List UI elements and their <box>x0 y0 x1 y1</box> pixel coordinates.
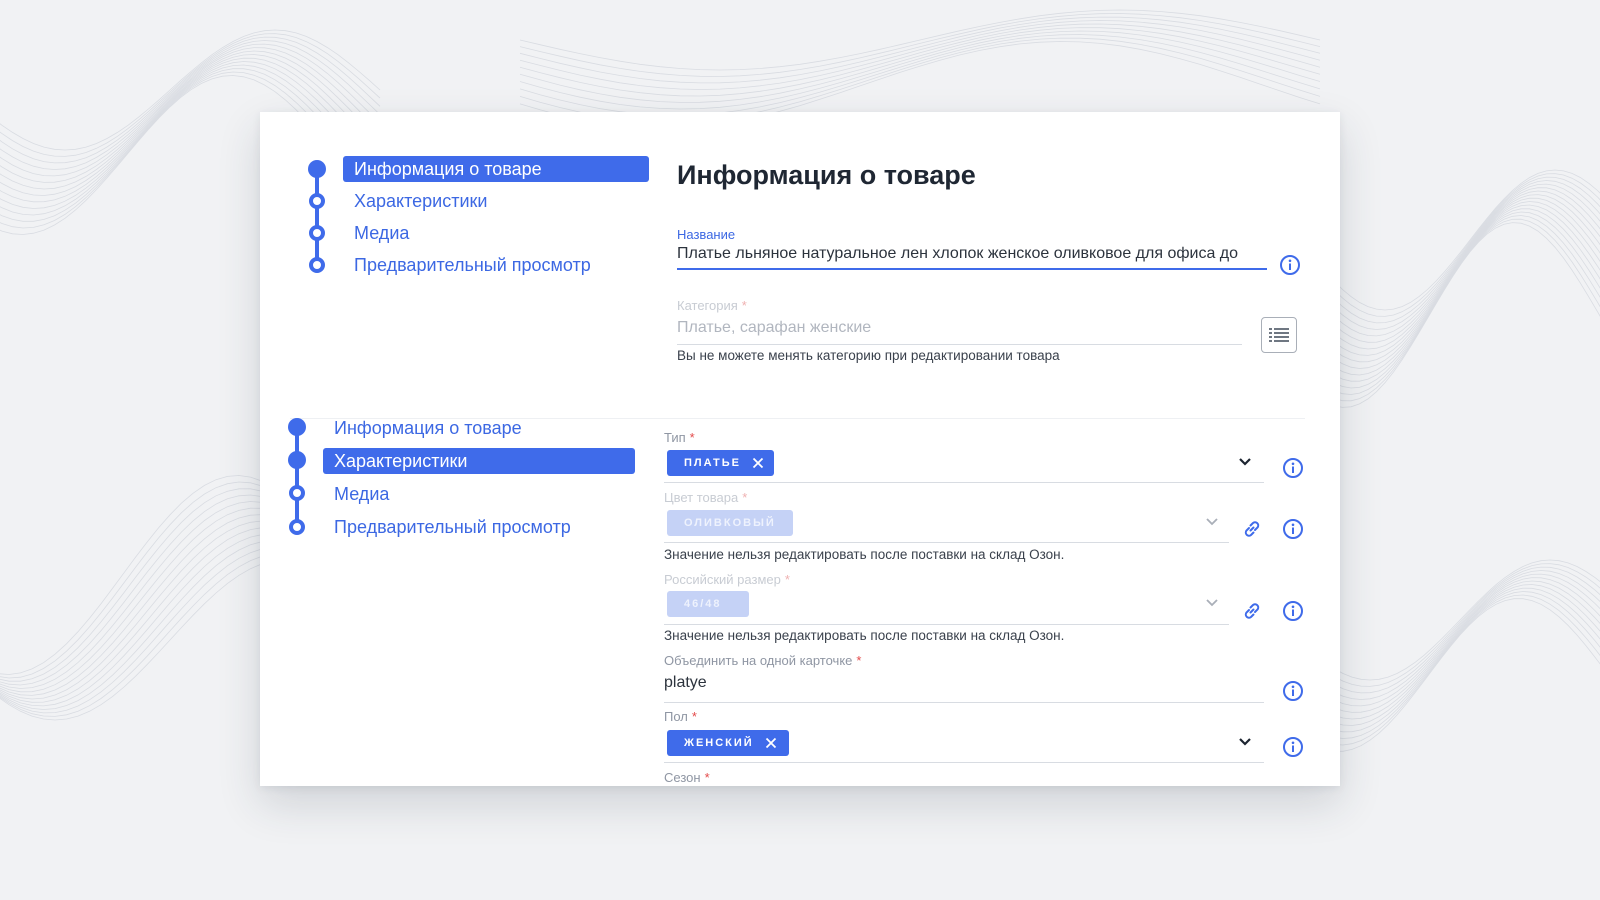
chevron-down-icon <box>1206 518 1218 526</box>
info-icon[interactable] <box>1282 600 1304 622</box>
background-wave-line <box>519 13 1321 77</box>
background-wave-line <box>519 30 1321 110</box>
background-wave-line <box>519 20 1321 90</box>
step-preview[interactable]: Предварительный просмотр <box>323 514 571 540</box>
link-icon[interactable] <box>1241 600 1263 622</box>
merge-underline <box>664 702 1264 703</box>
link-icon[interactable] <box>1241 518 1263 540</box>
step-preview[interactable]: Предварительный просмотр <box>343 252 591 278</box>
step-characteristics[interactable]: Характеристики <box>343 188 487 214</box>
size-underline <box>664 624 1229 625</box>
stepper-top: Информация о товаре Характеристики Медиа… <box>308 156 649 286</box>
stepper-rail <box>295 427 299 527</box>
background-wave-line <box>519 37 1321 123</box>
info-icon[interactable] <box>1282 736 1304 758</box>
category-list-button[interactable] <box>1261 317 1297 353</box>
background-wave-line <box>1299 201 1600 369</box>
category-hint: Вы не можете менять категорию при редакт… <box>677 348 1060 363</box>
info-icon[interactable] <box>1282 457 1304 479</box>
size-hint: Значение нельзя редактировать после пост… <box>664 628 1065 643</box>
step-node-pending <box>289 519 305 535</box>
step-product-info[interactable]: Информация о товаре <box>343 156 649 182</box>
close-icon[interactable] <box>752 457 764 469</box>
color-label: Цвет товара * <box>664 490 748 505</box>
chevron-down-icon[interactable] <box>1238 737 1252 747</box>
step-node-pending <box>309 257 325 273</box>
background-wave-line <box>519 27 1321 103</box>
size-chip: 46/48 <box>667 591 749 617</box>
size-label: Российский размер * <box>664 572 790 587</box>
merge-label: Объединить на одной карточке * <box>664 653 862 668</box>
type-label: Тип * <box>664 430 695 445</box>
step-node-pending <box>289 485 305 501</box>
step-node-done <box>308 160 326 178</box>
stepper-bottom: Информация о товаре Характеристики Медиа… <box>288 415 638 550</box>
size-chip-label: 46/48 <box>684 598 722 610</box>
step-node-pending <box>309 193 325 209</box>
background-wave-line <box>1299 173 1600 317</box>
background-wave-line <box>1299 180 1600 330</box>
color-chip: ОЛИВКОВЫЙ <box>667 510 793 536</box>
gender-underline <box>664 762 1264 763</box>
name-label: Название <box>677 227 736 242</box>
gender-chip[interactable]: ЖЕНСКИЙ <box>667 730 789 756</box>
merge-input[interactable]: platye <box>664 674 1224 692</box>
product-editor-card: Информация о товаре Характеристики Медиа… <box>260 112 1340 786</box>
type-underline <box>664 482 1264 483</box>
type-chip[interactable]: ПЛАТЬЕ <box>667 450 774 476</box>
gender-chip-label: ЖЕНСКИЙ <box>684 737 754 749</box>
close-icon[interactable] <box>765 737 777 749</box>
category-label: Категория * <box>677 298 747 313</box>
list-icon <box>1269 328 1289 342</box>
category-underline <box>677 344 1242 345</box>
background-wave-line <box>1299 215 1600 395</box>
step-characteristics[interactable]: Характеристики <box>323 448 635 474</box>
background-wave-line <box>1299 208 1600 382</box>
name-underline <box>677 268 1267 270</box>
step-node-done <box>288 451 306 469</box>
page-title: Информация о товаре <box>677 160 976 190</box>
chevron-down-icon <box>1206 599 1218 607</box>
gender-label: Пол * <box>664 709 697 724</box>
step-product-info[interactable]: Информация о товаре <box>323 415 522 441</box>
step-media[interactable]: Медиа <box>343 220 409 246</box>
color-chip-label: ОЛИВКОВЫЙ <box>684 517 776 529</box>
info-icon[interactable] <box>1282 680 1304 702</box>
step-node-pending <box>309 225 325 241</box>
background-wave-line <box>1299 183 1600 337</box>
name-input[interactable]: Платье льняное натуральное лен хлопок же… <box>677 245 1267 263</box>
background-wave-line <box>1299 218 1600 402</box>
color-hint: Значение нельзя редактировать после пост… <box>664 547 1065 562</box>
color-underline <box>664 542 1229 543</box>
info-icon[interactable] <box>1279 254 1301 276</box>
type-chip-label: ПЛАТЬЕ <box>684 457 741 469</box>
step-media[interactable]: Медиа <box>323 481 389 507</box>
info-icon[interactable] <box>1282 518 1304 540</box>
step-node-done <box>288 418 306 436</box>
stepper-rail <box>315 170 319 266</box>
chevron-down-icon[interactable] <box>1238 457 1252 467</box>
category-input: Платье, сарафан женские <box>677 319 872 336</box>
season-label: Сезон * <box>664 770 710 785</box>
